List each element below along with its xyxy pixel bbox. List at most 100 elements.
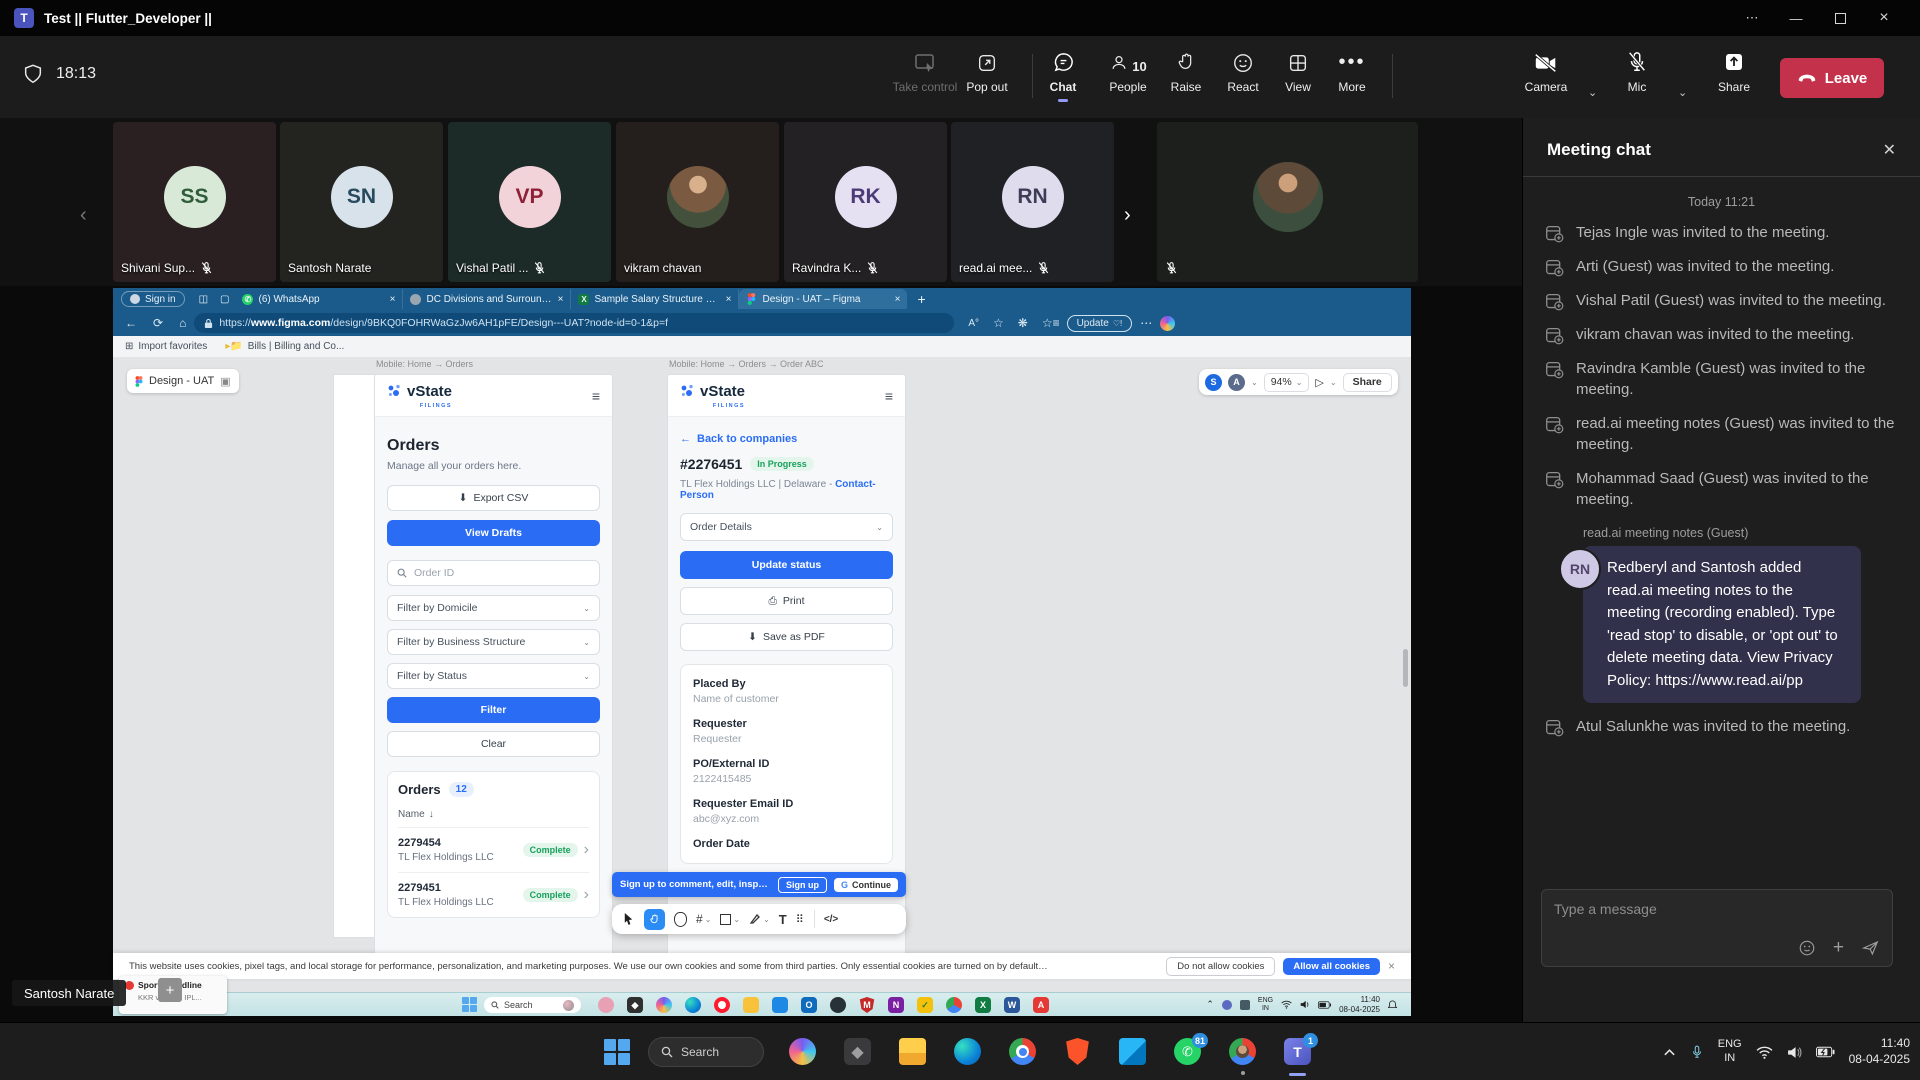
- strip-next-icon[interactable]: ›: [1124, 204, 1131, 227]
- export-csv-button[interactable]: ⬇Export CSV: [387, 485, 600, 511]
- favorite-star-icon[interactable]: ☆: [993, 316, 1004, 330]
- participant-tile[interactable]: vikram chavan: [616, 122, 779, 282]
- pdf-icon[interactable]: A: [1033, 997, 1049, 1013]
- filter-domicile-select[interactable]: Filter by Domicile⌄: [387, 595, 600, 621]
- dev-mode-icon[interactable]: </>: [824, 914, 838, 925]
- filter-business-select[interactable]: Filter by Business Structure⌄: [387, 629, 600, 655]
- participant-tile[interactable]: SN Santosh Narate: [280, 122, 443, 282]
- column-name[interactable]: Name: [398, 809, 425, 820]
- update-status-button[interactable]: Update status: [680, 551, 893, 579]
- chrome-profile-icon[interactable]: [1229, 1038, 1256, 1065]
- print-button[interactable]: ⎙Print: [680, 587, 893, 615]
- favorites-bar-icon[interactable]: ☆≡: [1042, 316, 1060, 330]
- edge-icon[interactable]: [954, 1038, 981, 1065]
- figma-share-button[interactable]: Share: [1343, 373, 1392, 392]
- back-icon[interactable]: ←: [125, 316, 137, 330]
- participant-tile[interactable]: [1157, 122, 1418, 282]
- hamburger-icon[interactable]: ≡: [592, 388, 600, 404]
- favorites-folder[interactable]: ▸📁Bills | Billing and Co...: [225, 341, 344, 352]
- hamburger-icon[interactable]: ≡: [885, 388, 893, 404]
- tab-actions-icon[interactable]: ▢: [220, 294, 229, 305]
- browser-tab[interactable]: ✆ (6) WhatsApp×: [235, 289, 403, 309]
- text-tool-icon[interactable]: T: [779, 912, 787, 927]
- deny-cookies-button[interactable]: Do not allow cookies: [1166, 957, 1275, 976]
- minimize-button[interactable]: —: [1774, 3, 1818, 33]
- chat-message-input[interactable]: Type a message +: [1541, 889, 1893, 967]
- edge-icon[interactable]: [685, 997, 701, 1013]
- battery-icon[interactable]: [1318, 1001, 1331, 1009]
- clear-button[interactable]: Clear: [387, 731, 600, 757]
- mic-chevron-icon[interactable]: ⌄: [1678, 86, 1687, 99]
- participant-tile[interactable]: VP Vishal Patil ...: [448, 122, 611, 282]
- app-icon[interactable]: ◆: [844, 1038, 871, 1065]
- onenote-icon[interactable]: N: [888, 997, 904, 1013]
- tab-close-icon[interactable]: ×: [895, 294, 901, 305]
- calculator-icon[interactable]: [772, 997, 788, 1013]
- pop-out-button[interactable]: Pop out: [952, 48, 1022, 94]
- todo-check-icon[interactable]: ✓: [917, 997, 933, 1013]
- tab-close-icon[interactable]: ×: [726, 294, 732, 305]
- copilot-icon[interactable]: [789, 1038, 816, 1065]
- google-continue-button[interactable]: GContinue: [834, 878, 898, 892]
- chevron-right-icon[interactable]: ›: [584, 886, 589, 904]
- participant-tile[interactable]: RK Ravindra K...: [784, 122, 947, 282]
- volume-icon[interactable]: [1787, 1046, 1802, 1059]
- close-icon[interactable]: ✕: [1883, 140, 1896, 160]
- copilot-icon[interactable]: [656, 997, 672, 1013]
- order-row[interactable]: 2279451 TL Flex Holdings LLC Complete ›: [398, 873, 589, 917]
- react-button[interactable]: React: [1214, 48, 1272, 94]
- collaborator-avatar[interactable]: S: [1205, 374, 1222, 391]
- favorites-import[interactable]: ⊞Import favorites: [125, 341, 207, 352]
- tab-close-icon[interactable]: ×: [558, 294, 564, 305]
- chevron-right-icon[interactable]: ›: [584, 841, 589, 859]
- order-details-select[interactable]: Order Details⌄: [680, 513, 893, 541]
- view-drafts-button[interactable]: View Drafts: [387, 520, 600, 546]
- chrome-icon[interactable]: [946, 997, 962, 1013]
- leave-button[interactable]: Leave: [1780, 58, 1884, 98]
- refresh-icon[interactable]: ⟳: [153, 316, 163, 330]
- camera-button[interactable]: Camera: [1516, 48, 1576, 94]
- battery-icon[interactable]: [1816, 1046, 1835, 1058]
- attach-plus-icon[interactable]: +: [1833, 938, 1844, 957]
- mic-button[interactable]: Mic: [1614, 48, 1660, 94]
- collaborator-avatar[interactable]: A: [1228, 374, 1245, 391]
- new-tab-icon[interactable]: +: [917, 291, 925, 307]
- frame-tool-icon[interactable]: #⌄: [696, 912, 711, 926]
- save-pdf-button[interactable]: ⬇Save as PDF: [680, 623, 893, 651]
- chevron-up-icon[interactable]: [1663, 1048, 1676, 1057]
- share-button[interactable]: Share: [1706, 48, 1762, 94]
- move-tool-icon[interactable]: [622, 912, 635, 926]
- order-row[interactable]: 2279454 TL Flex Holdings LLC Complete ›: [398, 828, 589, 873]
- participant-tile[interactable]: SS Shivani Sup...: [113, 122, 276, 282]
- outlook-icon[interactable]: O: [801, 997, 817, 1013]
- mic-icon[interactable]: [1690, 1043, 1704, 1061]
- order-id-search[interactable]: Order ID: [387, 560, 600, 586]
- notification-icon[interactable]: [1388, 1000, 1397, 1010]
- volume-icon[interactable]: [1300, 1000, 1310, 1009]
- partial-frame[interactable]: [334, 375, 379, 937]
- tray-app-icon[interactable]: [1222, 1000, 1232, 1010]
- allow-cookies-button[interactable]: Allow all cookies: [1283, 958, 1380, 975]
- play-icon[interactable]: ▷: [1315, 376, 1323, 389]
- sort-icon[interactable]: ↓: [429, 809, 434, 820]
- frame-breadcrumb[interactable]: Mobile: Home → Orders: [376, 359, 473, 369]
- zoom-control[interactable]: 94%⌄: [1264, 373, 1310, 392]
- browser-signin-button[interactable]: Sign in: [121, 291, 185, 307]
- close-button[interactable]: ×: [1862, 3, 1906, 33]
- vscode-icon[interactable]: [1119, 1038, 1146, 1065]
- wifi-icon[interactable]: [1281, 1000, 1292, 1009]
- participant-tile[interactable]: RN read.ai mee...: [951, 122, 1114, 282]
- shape-tool-icon[interactable]: ⌄: [720, 914, 740, 925]
- tray-app-icon[interactable]: [1240, 1000, 1250, 1010]
- section-tool-icon[interactable]: [674, 912, 687, 927]
- figma-file-chip[interactable]: Design - UAT ▣: [127, 369, 239, 393]
- chevron-up-icon[interactable]: ⌃: [1206, 999, 1214, 1010]
- maximize-button[interactable]: [1818, 3, 1862, 33]
- close-icon[interactable]: ×: [1388, 959, 1395, 973]
- camera-chevron-icon[interactable]: ⌄: [1588, 86, 1597, 99]
- shared-app-icon[interactable]: [830, 997, 846, 1013]
- shared-app-icon[interactable]: [598, 997, 614, 1013]
- language-indicator[interactable]: ENGIN: [1718, 1038, 1742, 1066]
- browser-update-button[interactable]: Update♡!: [1067, 315, 1133, 332]
- read-aloud-icon[interactable]: A°: [968, 318, 979, 329]
